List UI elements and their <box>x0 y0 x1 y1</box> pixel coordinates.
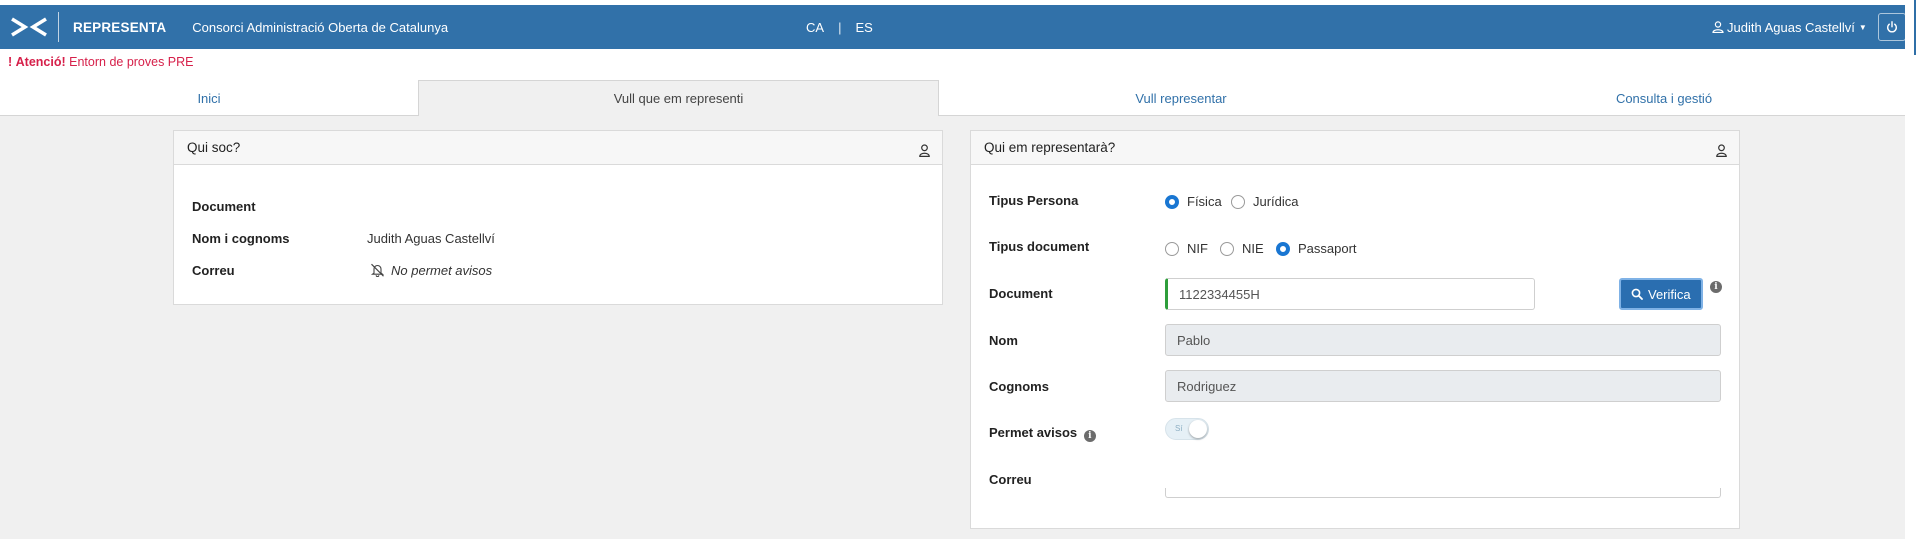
alert-exclamation-icon: ! <box>8 55 13 69</box>
alert-bold-text: Atenció! <box>15 55 66 69</box>
cognoms-label: Cognoms <box>989 379 1049 394</box>
radio-juridica[interactable]: Jurídica <box>1231 194 1299 209</box>
radio-nie[interactable]: NIE <box>1220 241 1264 256</box>
power-icon <box>1887 21 1897 33</box>
correu-label: Correu <box>989 472 1032 487</box>
permet-avisos-text: Permet avisos <box>989 425 1078 440</box>
logo-icon[interactable] <box>0 5 58 49</box>
document-input-value: 1122334455H <box>1179 286 1260 302</box>
permet-avisos-label: Permet avisos i <box>989 425 1096 442</box>
document-label: Document <box>989 286 1053 301</box>
tab-label: Inici <box>197 90 221 106</box>
nom-input[interactable]: Pablo <box>1165 324 1721 356</box>
window-edge <box>1910 0 1928 539</box>
radio-checked-icon <box>1165 194 1179 209</box>
radio-unchecked-icon <box>1165 241 1179 256</box>
document-label: Document <box>192 199 256 214</box>
radio-checked-icon <box>1276 241 1290 256</box>
radio-nif[interactable]: NIF <box>1165 241 1208 256</box>
tab-inici[interactable]: Inici <box>0 80 418 116</box>
tab-label: Consulta i gestió <box>1615 90 1713 106</box>
user-menu[interactable]: Judith Aguas Castellví ▼ <box>1712 5 1867 49</box>
info-icon[interactable]: i <box>1083 430 1096 442</box>
cognoms-input-value: Rodriguez <box>1177 378 1237 394</box>
lang-es-link[interactable]: ES <box>855 20 872 35</box>
tab-label: Vull que em representi <box>613 91 744 106</box>
panel-title: Qui em representarà? <box>984 140 1116 155</box>
user-icon <box>1716 144 1727 157</box>
panel-header: Qui em representarà? <box>971 131 1739 165</box>
power-button[interactable] <box>1878 13 1906 41</box>
language-switcher: CA | ES <box>806 5 873 49</box>
info-icon[interactable]: i <box>1710 281 1722 293</box>
tipus-persona-label: Tipus Persona <box>989 193 1079 208</box>
document-input[interactable]: 1122334455H <box>1165 278 1535 310</box>
radio-label: Física <box>1187 194 1222 209</box>
tipus-document-label: Tipus document <box>989 239 1090 254</box>
qui-soc-panel: Qui soc? Document Nom i cognoms Judith A… <box>173 130 943 305</box>
radio-label: Jurídica <box>1253 194 1299 209</box>
app-name[interactable]: REPRESENTA <box>73 20 166 35</box>
toggle-knob <box>1189 420 1207 438</box>
user-icon <box>1712 21 1724 33</box>
alert-text: Entorn de proves PRE <box>69 55 194 69</box>
bell-slash-icon <box>370 263 385 277</box>
user-icon <box>919 144 930 157</box>
radio-unchecked-icon <box>1231 194 1245 209</box>
radio-unchecked-icon <box>1220 241 1234 256</box>
user-name: Judith Aguas Castellví <box>1727 19 1855 35</box>
chevron-down-icon: ▼ <box>1858 22 1867 32</box>
search-icon <box>1631 288 1643 300</box>
correu-value: No permet avisos <box>391 263 493 278</box>
tab-vull-que-em-representi[interactable]: Vull que em representi <box>418 80 939 116</box>
panel-title: Qui soc? <box>187 140 241 155</box>
permet-avisos-toggle[interactable]: Sí <box>1165 418 1209 440</box>
correu-input[interactable] <box>1165 488 1721 498</box>
lang-ca-link[interactable]: CA <box>806 20 824 35</box>
radio-fisica[interactable]: Física <box>1165 194 1222 209</box>
organization-name: Consorci Administració Oberta de Catalun… <box>192 19 449 35</box>
environment-alert: ! Atenció! Entorn de proves PRE <box>8 55 194 69</box>
nom-i-cognoms-label: Nom i cognoms <box>192 231 290 246</box>
verifica-button[interactable]: Verifica <box>1619 278 1703 310</box>
top-navbar: REPRESENTA Consorci Administració Oberta… <box>0 5 1906 49</box>
navbar-divider <box>58 12 59 42</box>
nom-label: Nom <box>989 333 1018 348</box>
tab-label: Vull representar <box>1135 90 1227 106</box>
radio-label: NIE <box>1242 241 1264 256</box>
toggle-label: Sí <box>1175 424 1183 433</box>
radio-label: NIF <box>1187 241 1208 256</box>
qui-em-representara-panel: Qui em representarà? Tipus Persona Físic… <box>970 130 1740 529</box>
tab-vull-representar[interactable]: Vull representar <box>939 80 1423 116</box>
radio-passaport[interactable]: Passaport <box>1276 241 1357 256</box>
panel-header: Qui soc? <box>174 131 942 165</box>
nom-input-value: Pablo <box>1177 332 1211 348</box>
radio-label: Passaport <box>1298 241 1357 256</box>
lang-separator: | <box>838 19 842 35</box>
main-tabs: Inici Vull que em representi Vull repres… <box>0 80 1905 116</box>
tab-consulta-i-gestio[interactable]: Consulta i gestió <box>1423 80 1905 116</box>
correu-label: Correu <box>192 263 235 278</box>
nom-i-cognoms-value: Judith Aguas Castellví <box>367 231 495 246</box>
verifica-label: Verifica <box>1648 286 1691 302</box>
cognoms-input[interactable]: Rodriguez <box>1165 370 1721 402</box>
